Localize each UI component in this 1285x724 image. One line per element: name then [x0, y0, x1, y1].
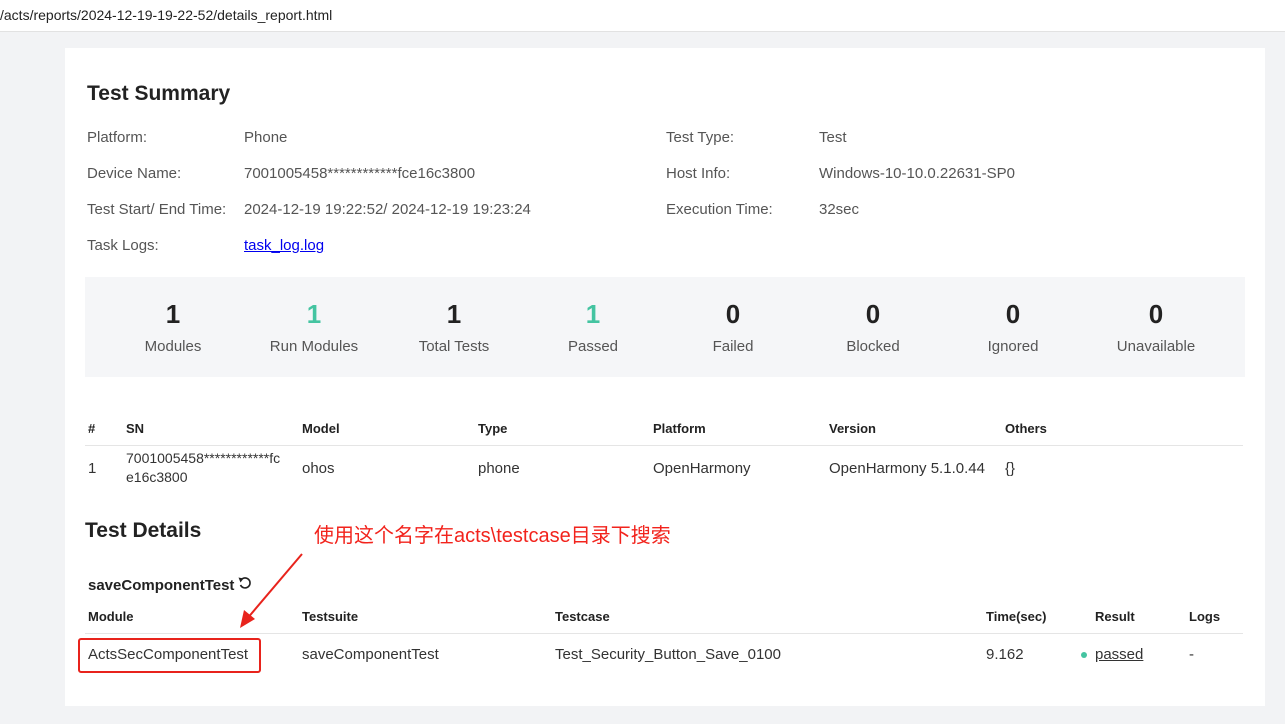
test-type-value: Test	[819, 129, 847, 146]
stat-total-tests: 1 Total Tests	[384, 277, 524, 377]
platform-label: Platform:	[87, 129, 148, 146]
host-info-label: Host Info:	[666, 165, 731, 182]
stat-value: 0	[725, 299, 741, 329]
stat-unavailable: 0 Unavailable	[1086, 277, 1226, 377]
details-header-testcase: Testcase	[555, 609, 610, 624]
details-header-time: Time(sec)	[986, 609, 1047, 624]
url-text[interactable]: /acts/reports/2024-12-19-19-22-52/detail…	[0, 7, 332, 23]
device-header-sn: SN	[126, 421, 145, 436]
stat-ignored: 0 Ignored	[943, 277, 1083, 377]
start-end-time-label: Test Start/ End Time:	[87, 201, 227, 218]
stats-panel: 1 Modules 1 Run Modules 1 Total Tests 1 …	[85, 277, 1245, 377]
details-header-divider	[85, 633, 1243, 634]
start-end-time-value: 2024-12-19 19:22:52/ 2024-12-19 19:23:24	[244, 201, 531, 218]
passed-status-dot	[1081, 652, 1087, 658]
stat-run-modules: 1 Run Modules	[244, 277, 384, 377]
device-row-others: {}	[1005, 460, 1016, 477]
stat-label: Run Modules	[269, 338, 359, 355]
stat-value: 1	[585, 299, 601, 329]
device-header-divider	[85, 445, 1243, 446]
device-row-sn-line1: 7001005458************fc	[126, 450, 281, 466]
stat-value: 1	[306, 299, 322, 329]
stat-failed: 0 Failed	[663, 277, 803, 377]
stat-label: Total Tests	[418, 338, 490, 355]
task-logs-label: Task Logs:	[87, 237, 159, 254]
stat-label: Blocked	[846, 338, 900, 355]
details-row-logs: -	[1189, 646, 1194, 663]
stat-value: 1	[446, 299, 462, 329]
stat-label: Passed	[567, 338, 619, 355]
device-header-platform: Platform	[653, 421, 706, 436]
stat-label: Unavailable	[1116, 338, 1196, 355]
suite-name: saveComponentTest	[88, 577, 235, 594]
device-row-model: ohos	[302, 460, 335, 477]
stat-passed: 1 Passed	[523, 277, 663, 377]
device-row-platform: OpenHarmony	[653, 460, 751, 477]
device-row-version: OpenHarmony 5.1.0.44	[829, 460, 985, 477]
annotation-text: 使用这个名字在acts\testcase目录下搜索	[314, 525, 671, 547]
task-logs-value: task_log.log	[244, 237, 324, 254]
device-header-model: Model	[302, 421, 340, 436]
stat-value: 0	[1005, 299, 1021, 329]
platform-value: Phone	[244, 129, 288, 146]
details-header-module: Module	[88, 609, 134, 624]
device-row-sn-line2: e16c3800	[126, 469, 188, 485]
stat-value: 0	[865, 299, 881, 329]
refresh-icon[interactable]	[237, 575, 253, 596]
address-bar[interactable]: /acts/reports/2024-12-19-19-22-52/detail…	[0, 0, 1285, 32]
details-row-module: ActsSecComponentTest	[88, 646, 249, 663]
details-header-testsuite: Testsuite	[302, 609, 359, 624]
details-row-result-link[interactable]: passed	[1095, 646, 1143, 663]
stat-modules: 1 Modules	[103, 277, 243, 377]
execution-time-value: 32sec	[819, 201, 860, 218]
summary-title: Test Summary	[87, 82, 231, 105]
stat-value: 0	[1148, 299, 1164, 329]
details-title: Test Details	[85, 519, 202, 542]
device-header-version: Version	[829, 421, 876, 436]
stat-label: Failed	[712, 338, 754, 355]
device-name-label: Device Name:	[87, 165, 182, 182]
test-type-label: Test Type:	[666, 129, 735, 146]
stat-label: Ignored	[987, 338, 1039, 355]
details-row-time: 9.162	[986, 646, 1024, 663]
device-row-index: 1	[88, 460, 97, 477]
device-row-type: phone	[478, 460, 520, 477]
device-name-value: 7001005458************fce16c3800	[244, 165, 476, 182]
details-header-result: Result	[1095, 609, 1135, 624]
device-header-type: Type	[478, 421, 508, 436]
device-header-index: #	[88, 421, 96, 436]
device-header-others: Others	[1005, 421, 1047, 436]
details-row-testcase: Test_Security_Button_Save_0100	[555, 646, 781, 663]
details-header-logs: Logs	[1189, 609, 1221, 624]
details-row-testsuite: saveComponentTest	[302, 646, 439, 663]
host-info-value: Windows-10-10.0.22631-SP0	[819, 165, 1015, 182]
stat-blocked: 0 Blocked	[803, 277, 943, 377]
stat-label: Modules	[144, 338, 202, 355]
task-log-link[interactable]: task_log.log	[244, 237, 324, 254]
execution-time-label: Execution Time:	[666, 201, 773, 218]
stat-value: 1	[165, 299, 181, 329]
